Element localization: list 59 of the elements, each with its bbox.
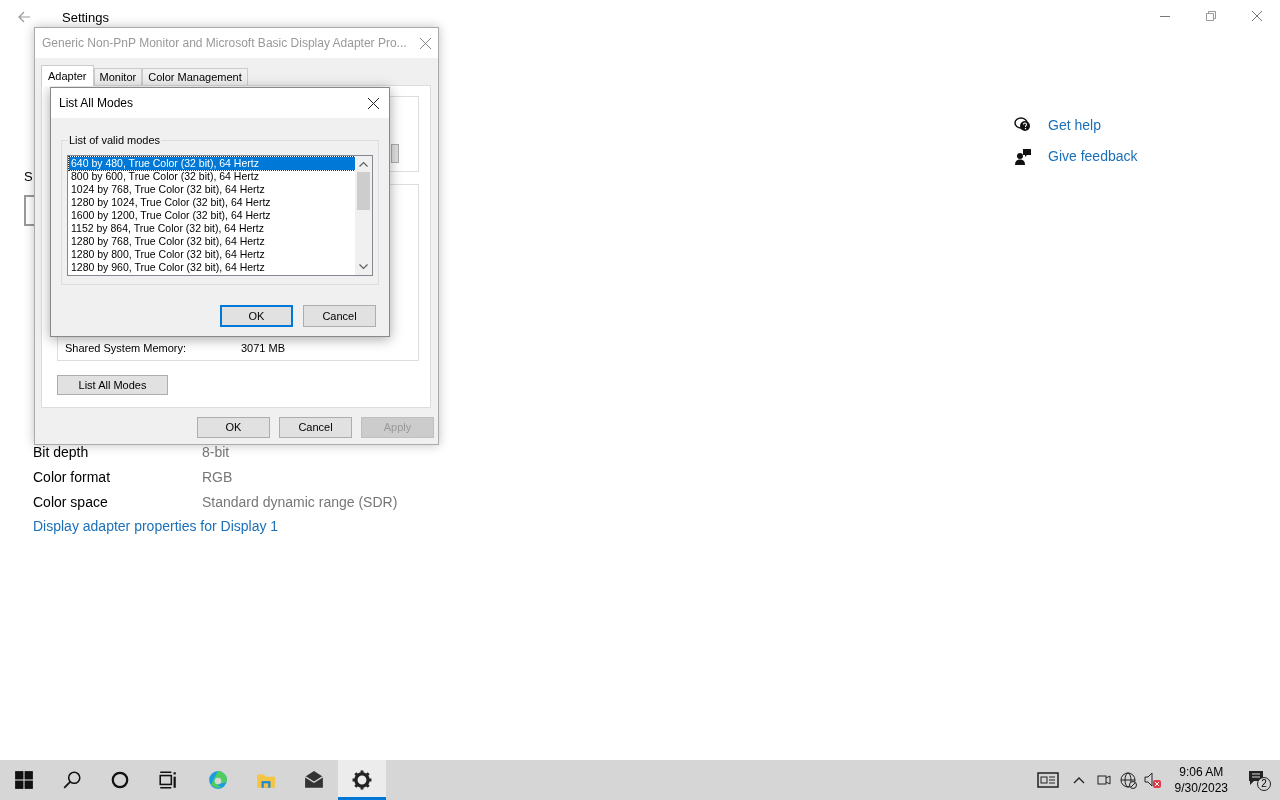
memory-value: 3071 MB: [241, 341, 286, 356]
search-icon[interactable]: [62, 770, 82, 790]
mode-item[interactable]: 1024 by 768, True Color (32 bit), 64 Hertz: [69, 183, 355, 196]
scroll-up-icon[interactable]: [359, 161, 368, 167]
tab[interactable]: Color Management: [142, 68, 248, 86]
dialog-title: Generic Non-PnP Monitor and Microsoft Basic Display Adapter Pro...: [42, 35, 407, 52]
mode-item[interactable]: 1280 by 960, True Color (32 bit), 64 Hertz: [69, 261, 355, 274]
mode-item[interactable]: 1152 by 864, True Color (32 bit), 64 Hertz: [69, 222, 355, 235]
modes-listbox[interactable]: [67, 155, 373, 276]
mode-item[interactable]: 1600 by 1200, True Color (32 bit), 64 Hertz: [69, 209, 355, 222]
dialog-button[interactable]: OK: [197, 417, 270, 438]
start-icon[interactable]: [14, 770, 34, 790]
scrollbar-thumb[interactable]: [357, 172, 370, 210]
tab[interactable]: Monitor: [93, 68, 143, 86]
task-view-icon[interactable]: [158, 770, 178, 790]
clock-time: 9:06 AM: [1179, 764, 1224, 780]
mode-item[interactable]: 1280 by 800, True Color (32 bit), 64 Hertz: [69, 248, 355, 261]
circle-icon[interactable]: [110, 770, 130, 790]
tab[interactable]: Adapter: [41, 65, 94, 86]
info-label: Color format: [33, 468, 112, 487]
info-label: Color space: [33, 493, 109, 512]
info-label: Bit depth: [33, 443, 90, 462]
dialog-title: List All Modes: [59, 95, 134, 112]
speaker-muted-icon[interactable]: [1143, 772, 1161, 788]
field-label: S: [24, 170, 33, 183]
restore-icon[interactable]: [1206, 11, 1216, 21]
memory-label: Shared System Memory:: [65, 341, 188, 356]
info-value: Standard dynamic range (SDR): [202, 493, 398, 512]
adapter-properties-link[interactable]: Display adapter properties for Display 1: [33, 516, 279, 537]
list-all-modes-button[interactable]: List All Modes: [57, 375, 168, 395]
mode-item[interactable]: 1280 by 768, True Color (32 bit), 64 Hertz: [69, 235, 355, 248]
scroll-down-icon[interactable]: [359, 264, 368, 270]
news-icon[interactable]: [1036, 772, 1059, 788]
info-value: RGB: [202, 468, 233, 487]
taskbar-button[interactable]: [338, 760, 386, 800]
feedback-person-icon: [1014, 147, 1032, 165]
clock[interactable]: 9:06 AM 9/30/2023: [1174, 764, 1228, 796]
notification-badge: 2: [1257, 777, 1271, 791]
dialog-button[interactable]: OK: [220, 305, 293, 327]
camera-icon[interactable]: [1096, 772, 1111, 788]
help-chat-icon: [1014, 116, 1032, 134]
scrollbar[interactable]: [355, 156, 372, 275]
dialog-button[interactable]: Cancel: [303, 305, 376, 327]
envelope-icon[interactable]: [304, 770, 324, 790]
help-link[interactable]: Get help: [1048, 114, 1101, 136]
feedback-link[interactable]: Give feedback: [1048, 145, 1138, 167]
clock-date: 9/30/2023: [1174, 780, 1228, 796]
dialog-button[interactable]: Cancel: [279, 417, 352, 438]
info-value: 8-bit: [202, 443, 230, 462]
gear-icon[interactable]: [352, 770, 372, 790]
close-icon[interactable]: [368, 97, 379, 109]
mode-item[interactable]: 800 by 600, True Color (32 bit), 64 Hertz: [69, 170, 355, 183]
group-label: List of valid modes: [68, 133, 162, 147]
mode-item[interactable]: 640 by 480, True Color (32 bit), 64 Hertz: [69, 157, 355, 170]
mode-item[interactable]: 1280 by 1024, True Color (32 bit), 64 Hertz: [69, 196, 355, 209]
globe-icon[interactable]: [1119, 771, 1137, 789]
chevron-up-icon[interactable]: [1072, 776, 1085, 784]
window-title: Settings: [62, 9, 109, 27]
back-arrow-icon[interactable]: [17, 10, 31, 24]
